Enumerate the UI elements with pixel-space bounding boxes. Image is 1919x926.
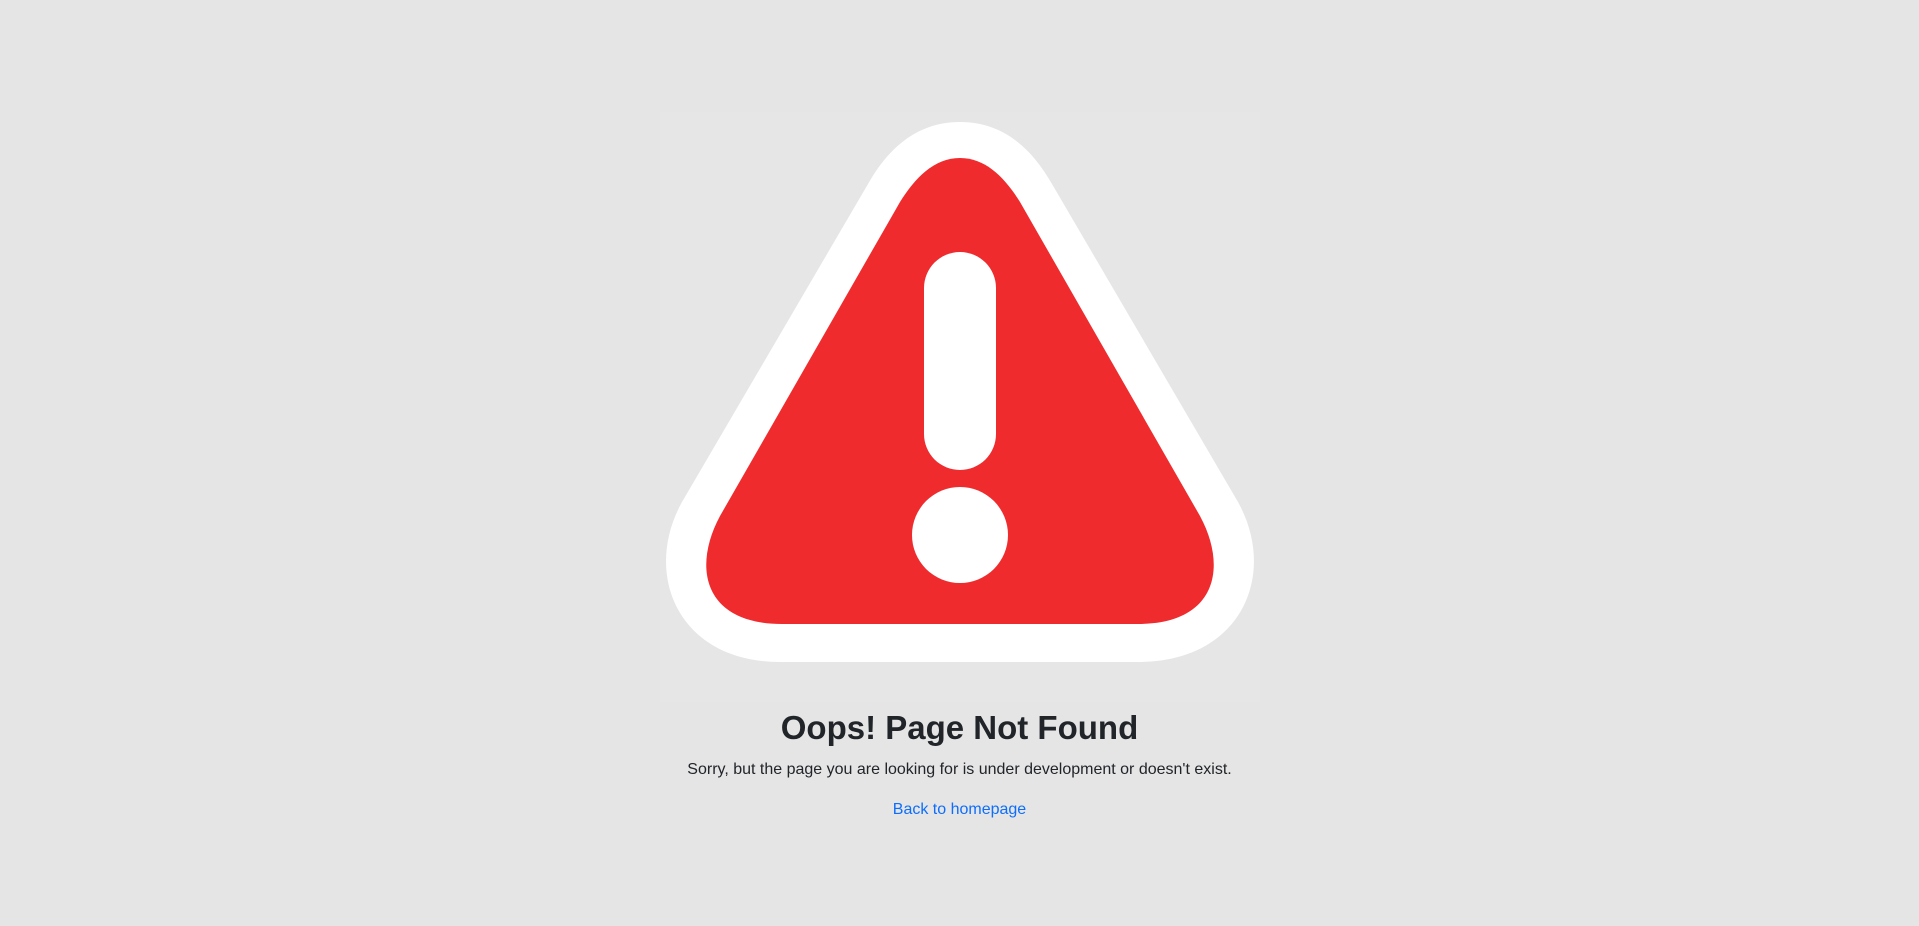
exclamation-dot [912,487,1008,583]
warning-triangle-icon [666,122,1254,662]
page-title: Oops! Page Not Found [780,709,1139,746]
warning-illustration [660,112,1260,702]
error-message: Sorry, but the page you are looking for … [687,761,1232,778]
error-page: Oops! Page Not Found Sorry, but the page… [0,0,1919,926]
exclamation-bar [924,252,996,470]
back-to-homepage-link[interactable]: Back to homepage [893,800,1026,820]
error-content: Oops! Page Not Found Sorry, but the page… [0,706,1919,820]
